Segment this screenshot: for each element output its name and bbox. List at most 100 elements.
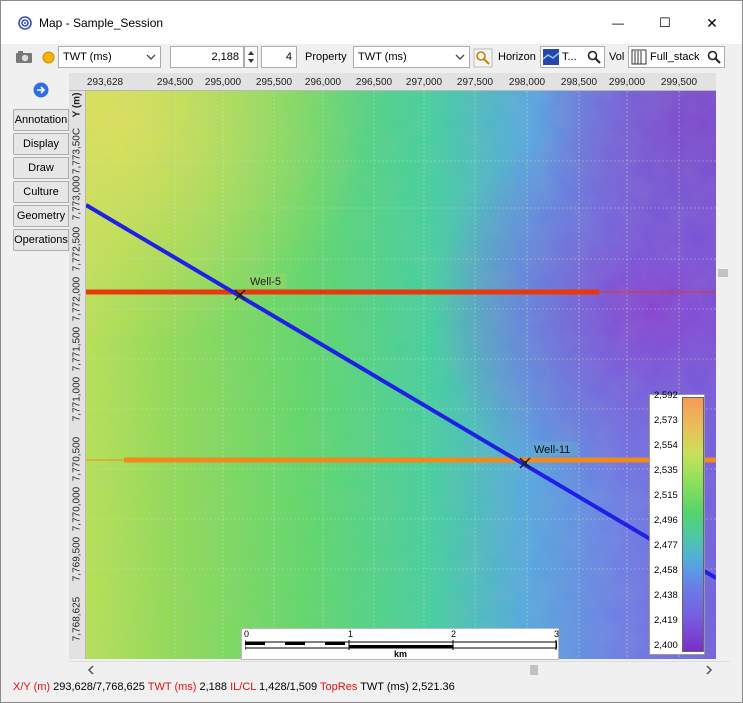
y-tick-label: 7,773,000 (71, 175, 83, 221)
status-topres-value: TWT (ms) 2,521.36 (360, 681, 455, 693)
colorbar-label: 2,496 (654, 515, 678, 526)
property-label: Property (305, 51, 347, 63)
status-xy-label: X/Y (m) (13, 681, 51, 693)
horizon-label: Horizon (498, 51, 536, 63)
close-button[interactable]: ✕ (689, 9, 735, 37)
volume-select[interactable]: Full_stack (628, 46, 725, 68)
volume-icon (631, 49, 647, 65)
maximize-button[interactable]: ☐ (642, 9, 688, 37)
camera-icon[interactable] (15, 50, 33, 64)
value-field-text: 2,188 (211, 51, 239, 63)
close-icon: ✕ (706, 14, 718, 31)
side-panel: Annotation Display Draw Culture Geometry Oper… (11, 77, 69, 657)
scale-tick-label: 1 (348, 629, 354, 639)
scale-tick-label: 2 (451, 629, 457, 639)
domain-select-value: TWT (ms) (63, 51, 112, 63)
side-tab-annotation[interactable]: Annotation (13, 109, 69, 131)
y-tick-label: 7,772,500 (71, 226, 83, 272)
value-spinner[interactable] (244, 46, 258, 68)
horizon-select[interactable]: T... (540, 46, 605, 68)
y-axis-label: Y (m) (71, 92, 83, 118)
chevron-down-icon (455, 54, 465, 60)
colorbar-label: 2,419 (654, 615, 678, 626)
x-tick-label: 296,500 (355, 77, 393, 88)
x-tick-label: 298,000 (508, 77, 546, 88)
horizontal-scrollbar[interactable] (69, 661, 730, 677)
status-twt-label: TWT (ms) (147, 681, 197, 693)
colorbar-label: 2,400 (654, 640, 678, 651)
x-tick-label: 297,500 (456, 77, 494, 88)
x-tick-label: 296,000 (304, 77, 342, 88)
y-tick-label: 7,769,500 (71, 536, 83, 582)
well-5-label: Well-5 (250, 276, 281, 288)
chevron-down-icon (146, 54, 156, 60)
x-tick-label: 295,000 (204, 77, 242, 88)
x-tick-label: 297,000 (405, 77, 443, 88)
map-window: Map - Sample_Session — ☐ ✕ TWT (ms) 2,18… (0, 0, 743, 703)
title-bar: Map - Sample_Session — ☐ ✕ (1, 1, 742, 44)
horizontal-scroll-thumb[interactable] (530, 665, 538, 675)
x-tick-label: 299,000 (608, 77, 646, 88)
scale-tick-label: 3 (554, 629, 560, 639)
y-tick-label: 7,773,50C (71, 127, 83, 175)
map-canvas[interactable]: Well-5 Well-11 (86, 91, 716, 659)
side-tab-display[interactable]: Display (13, 133, 69, 155)
colorbar-label: 2,515 (654, 490, 678, 501)
x-tick-label: 293,628 (86, 77, 124, 88)
well-11-label: Well-11 (534, 444, 570, 456)
colorbar-label: 2,458 (654, 565, 678, 576)
window-title: Map - Sample_Session (39, 16, 164, 30)
search-icon (707, 50, 721, 64)
y-tick-label: 7,771,000 (71, 376, 83, 422)
status-topres-label: TopRes (320, 681, 358, 693)
property-picker-icon[interactable] (473, 48, 493, 68)
status-xy-value: 293,628/7,768,625 (53, 681, 145, 693)
side-tab-geometry[interactable]: Geometry (13, 205, 69, 227)
vol-label: Vol (609, 51, 625, 63)
step-field-text: 4 (285, 51, 292, 63)
arrow-right-circle-icon[interactable] (33, 82, 49, 98)
x-axis-ruler: 293,628 294,500 295,000 295,500 296,000 296,5… (69, 73, 716, 91)
y-tick-label: 7,772,000 (71, 276, 83, 322)
horizon-select-value: T... (562, 51, 577, 63)
scroll-right-icon[interactable] (705, 665, 713, 675)
y-tick-label: 7,770,000 (71, 486, 83, 532)
y-tick-label: 7,771,500 (71, 326, 83, 372)
colorbar-label: 2,438 (654, 590, 678, 601)
value-field[interactable]: 2,188 (170, 46, 244, 68)
colorbar-label: 2,477 (654, 540, 678, 551)
search-icon (587, 50, 601, 64)
scale-bar: 0 1 2 3 km (241, 628, 559, 660)
minimize-icon: — (612, 16, 624, 30)
x-tick-label: 298,500 (560, 77, 598, 88)
side-tab-draw[interactable]: Draw (13, 157, 69, 179)
step-field[interactable]: 4 (261, 46, 297, 68)
side-tab-operations[interactable]: Operations (13, 229, 69, 251)
status-ilcl-value: 1,428/1,509 (259, 681, 318, 693)
volume-select-value: Full_stack (650, 51, 700, 63)
horizon-icon (543, 49, 559, 65)
toolbar: TWT (ms) 2,188 4 Property TWT (ms) Horiz… (1, 44, 742, 71)
domain-select[interactable]: TWT (ms) (58, 46, 161, 68)
vertical-scroll-thumb[interactable] (718, 269, 728, 277)
colorbar-legend: 2,592 2,573 2,554 2,535 2,515 2,496 2,477 2,458… (649, 390, 705, 655)
x-tick-label: 294,500 (156, 77, 194, 88)
scale-unit: km (394, 649, 408, 659)
vertical-scrollbar[interactable] (716, 73, 730, 659)
maximize-icon: ☐ (659, 15, 671, 30)
property-select[interactable]: TWT (ms) (353, 46, 470, 68)
y-tick-label: 7,770,500 (71, 436, 83, 482)
property-select-value: TWT (ms) (358, 51, 407, 63)
scale-tick-label: 0 (244, 629, 250, 639)
colorbar-label: 2,535 (654, 465, 678, 476)
x-tick-label: 295,500 (255, 77, 293, 88)
y-tick-label: 7,768,625 (71, 596, 83, 642)
minimize-button[interactable]: — (595, 9, 641, 37)
scroll-left-icon[interactable] (87, 665, 95, 675)
side-tab-culture[interactable]: Culture (13, 181, 69, 203)
colorbar-gradient (682, 397, 704, 652)
colorbar-label: 2,573 (654, 415, 678, 426)
status-ilcl-label: IL/CL (230, 681, 256, 693)
x-tick-label: 299,500 (660, 77, 698, 88)
spinner-arrows-icon (248, 51, 254, 63)
